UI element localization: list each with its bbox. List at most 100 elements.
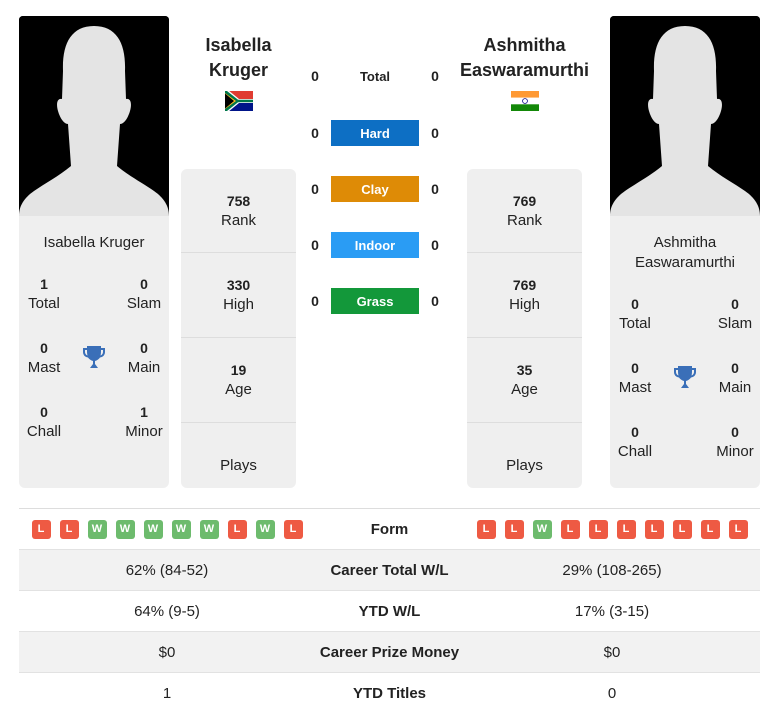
row-label: Career Total W/L [330,561,449,579]
player1-header: Isabella Kruger [181,33,296,111]
surface-clay-button[interactable]: Clay [331,176,419,202]
value: 0 [40,340,48,356]
south-africa-flag-icon [224,91,253,111]
value: 35 [516,362,533,378]
label: Rank [506,211,543,229]
form-loss-badge[interactable]: L [728,519,748,539]
player2-card-name-line1: Ashmitha [653,234,717,251]
player1-stats-panel: 758 Rank 330 High 19 Age Plays [181,169,296,488]
label: Plays [506,456,543,474]
p2-value: 0 [431,68,439,84]
form-loss-badge[interactable]: L [700,519,720,539]
player2-titles-card: Ashmitha Easwaramurthi 0 Total 0 Slam 0 Mas… [610,216,760,488]
player1-title-minor: 1 Minor [119,402,169,466]
surface-grass-button[interactable]: Grass [331,288,419,314]
label: Slam [717,315,753,332]
form-win-badge[interactable]: W [199,519,219,539]
p2-value: $0 [603,643,621,661]
value: 1 [140,404,148,420]
row-label: Career Prize Money [319,643,460,661]
table-row: 64% (9-5) YTD W/L 17% (3-15) [19,591,760,632]
label: Mast [618,379,652,396]
row-label: YTD W/L [358,602,421,620]
p2-value: 0 [431,181,439,197]
player2-plays: Plays [467,423,582,488]
form-win-badge[interactable]: W [115,519,135,539]
trophy-icon [83,346,105,368]
label: Main [718,379,752,396]
player2-card-name-line2: Easwaramurthi [634,254,736,271]
p2-value: 0 [431,293,439,309]
value: 0 [40,404,48,420]
value: 0 [631,360,639,376]
player1-form: LLWWWWWLWL [19,519,315,539]
player1-rank: 758 Rank [181,169,296,253]
label: Total [28,295,60,312]
form-loss-badge[interactable]: L [504,519,524,539]
player1-photo [19,16,169,216]
form-win-badge[interactable]: W [532,519,552,539]
player1-name-line1[interactable]: Isabella [181,33,296,58]
label: High [509,296,540,313]
p1-value: 0 [311,293,319,309]
value: 758 [226,192,251,209]
p1-value: 62% (84-52) [125,561,209,579]
value: 0 [631,296,639,312]
form-loss-badge[interactable]: L [227,519,247,539]
player2-name-line1[interactable]: Ashmitha [452,33,597,58]
p2-value: 0 [431,237,439,253]
player2-form: LLWLLLLLLL [464,519,760,539]
player2-title-main: 0 Main [710,358,760,422]
form-loss-badge[interactable]: L [59,519,79,539]
h2h-indoor-row: 0 Indoor 0 [300,232,450,258]
player1-title-main: 0 Main [119,338,169,402]
p1-value: 0 [311,181,319,197]
p1-value: 64% (9-5) [134,602,200,620]
label: Slam [126,295,162,312]
form-loss-badge[interactable]: L [560,519,580,539]
player2-name-line2[interactable]: Easwaramurthi [452,58,597,83]
player2-title-mast: 0 Mast [610,358,660,422]
form-loss-badge[interactable]: L [476,519,496,539]
form-loss-badge[interactable]: L [31,519,51,539]
p1-value: 0 [311,125,319,141]
form-loss-badge[interactable]: L [616,519,636,539]
form-loss-badge[interactable]: L [672,519,692,539]
surface-indoor-button[interactable]: Indoor [331,232,419,258]
value: 19 [230,362,247,378]
player1-titles-card: Isabella Kruger 1 Total 0 Slam 0 Mast 0 Main… [19,216,169,488]
p2-value: 17% (3-15) [574,602,650,620]
player2-high: 769 High [467,253,582,338]
value: 0 [731,360,739,376]
table-row: $0 Career Prize Money $0 [19,632,760,673]
player1-title-total: 1 Total [19,274,69,338]
form-loss-badge[interactable]: L [644,519,664,539]
value: 769 [512,192,537,209]
label: Rank [220,211,257,229]
surface-hard-button[interactable]: Hard [331,120,419,146]
value: 0 [140,340,148,356]
h2h-grass-row: 0 Grass 0 [300,288,450,314]
form-row: LLWWWWWLWL Form LLWLLLLLLL [19,509,760,550]
player1-title-mast: 0 Mast [19,338,69,402]
value: 0 [631,424,639,440]
player2-header: Ashmitha Easwaramurthi [452,33,597,111]
form-loss-badge[interactable]: L [588,519,608,539]
form-win-badge[interactable]: W [171,519,191,539]
table-row: 1 YTD Titles 0 [19,673,760,714]
player1-name-line2[interactable]: Kruger [181,58,296,83]
p1-value: $0 [158,643,176,661]
comparison-table: LLWWWWWLWL Form LLWLLLLLLL 62% (84-52) C… [19,508,760,714]
form-win-badge[interactable]: W [87,519,107,539]
form-win-badge[interactable]: W [143,519,163,539]
value: 769 [512,277,537,293]
form-loss-badge[interactable]: L [283,519,303,539]
player2-title-slam: 0 Slam [710,294,760,358]
player2-rank: 769 Rank [467,169,582,253]
row-label: YTD Titles [352,685,427,702]
value: 0 [140,276,148,292]
player2-photo [610,16,760,216]
form-win-badge[interactable]: W [255,519,275,539]
label: High [223,296,254,313]
player1-age: 19 Age [181,338,296,423]
